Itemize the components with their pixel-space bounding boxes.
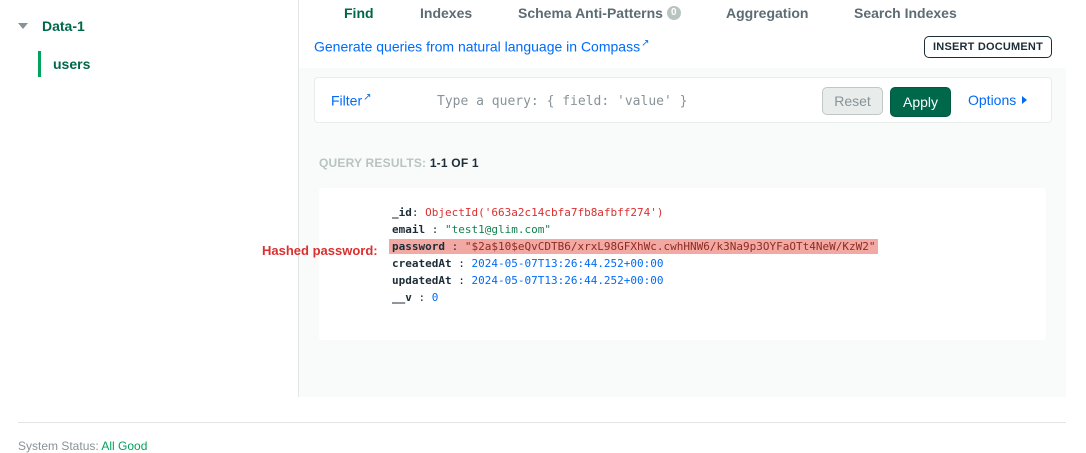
field-value: "test1@glim.com" [445, 223, 551, 236]
tab-label: Schema Anti-Patterns [518, 5, 663, 21]
field-key: createdAt [392, 257, 452, 270]
caret-right-icon [1022, 96, 1028, 104]
tab-label: Find [344, 5, 374, 21]
external-link-icon: ↗ [641, 38, 650, 49]
options-toggle[interactable]: Options [968, 92, 1028, 108]
sidebar: Data-1 users [0, 0, 299, 397]
tab-find[interactable]: Find [344, 5, 374, 21]
collection-item-users[interactable]: users [38, 51, 90, 77]
generate-queries-label: Generate queries from natural language i… [314, 38, 641, 55]
status-link[interactable]: All Good [101, 439, 147, 453]
colon: : [451, 257, 472, 270]
field-row-createdAt: createdAt : 2024-05-07T13:26:44.252+00:0… [392, 256, 664, 272]
tab-search-indexes[interactable]: Search Indexes [854, 5, 957, 21]
results-count: 1-1 OF 1 [429, 156, 479, 170]
field-key: _id [392, 206, 412, 219]
field-value: 2024-05-07T13:26:44.252+00:00 [471, 257, 664, 270]
tab-label: Indexes [420, 5, 473, 21]
tab-indexes[interactable]: Indexes [420, 5, 472, 21]
field-value: "$2a$10$eQvCDTB6/xrxL98GFXhWc.cwhHNW6/k3… [464, 240, 876, 253]
options-label: Options [968, 92, 1017, 108]
field-key: email [392, 223, 426, 236]
tab-label: Search Indexes [854, 5, 957, 21]
field-key: __v [392, 291, 412, 304]
field-value: ObjectId('663a2c14cbfa7fb8afbff274') [425, 206, 664, 219]
tab-aggregation[interactable]: Aggregation [726, 5, 808, 21]
colon: : [425, 223, 445, 236]
database-label: Data-1 [42, 18, 85, 34]
field-key: updatedAt [392, 274, 452, 287]
generate-queries-link[interactable]: Generate queries from natural language i… [314, 38, 649, 55]
field-row-email: email : "test1@glim.com" [392, 222, 551, 238]
toolbar: Generate queries from natural language i… [299, 26, 1066, 68]
collection-label: users [53, 56, 91, 72]
caret-down-icon[interactable] [18, 23, 28, 29]
status-label: System Status: [18, 439, 99, 453]
colon: : [411, 206, 426, 219]
insert-document-button[interactable]: INSERT DOCUMENT [924, 36, 1052, 58]
external-link-icon: ↗ [363, 92, 372, 103]
field-row-id: _id: ObjectId('663a2c14cbfa7fb8afbff274'… [392, 205, 664, 221]
document-card[interactable]: _id: ObjectId('663a2c14cbfa7fb8afbff274'… [319, 188, 1046, 340]
tab-bar: Find Indexes Schema Anti-Patterns 0 Aggr… [299, 0, 1066, 26]
tab-schema-anti-patterns[interactable]: Schema Anti-Patterns 0 [518, 5, 681, 21]
hashed-password-annotation: Hashed password: [262, 243, 378, 258]
field-key: password [392, 240, 445, 253]
tab-label: Aggregation [726, 5, 809, 21]
footer-divider [18, 422, 1066, 423]
database-item[interactable]: Data-1 [18, 18, 85, 34]
colon: : [451, 274, 472, 287]
main-panel: Find Indexes Schema Anti-Patterns 0 Aggr… [299, 0, 1066, 397]
colon: : [411, 291, 432, 304]
field-value: 2024-05-07T13:26:44.252+00:00 [471, 274, 664, 287]
password-highlight: password : "$2a$10$eQvCDTB6/xrxL98GFXhWc… [389, 239, 879, 254]
field-row-password: password : "$2a$10$eQvCDTB6/xrxL98GFXhWc… [389, 239, 879, 255]
field-row-updatedAt: updatedAt : 2024-05-07T13:26:44.252+00:0… [392, 273, 664, 289]
colon: : [444, 240, 465, 253]
reset-button[interactable]: Reset [822, 87, 883, 115]
results-label-text: QUERY RESULTS: [319, 156, 427, 170]
system-status: System Status: All Good [18, 439, 147, 453]
filter-link[interactable]: Filter↗ [331, 92, 372, 109]
field-row-v: __v : 0 [392, 290, 438, 306]
filter-bar: Filter↗ Reset Apply Options [314, 77, 1052, 123]
filter-label: Filter [331, 92, 363, 109]
count-badge: 0 [666, 6, 681, 20]
query-input[interactable] [435, 87, 819, 115]
field-value: 0 [431, 291, 439, 304]
query-results-label: QUERY RESULTS: 1-1 OF 1 [319, 156, 479, 170]
apply-button[interactable]: Apply [890, 87, 951, 117]
